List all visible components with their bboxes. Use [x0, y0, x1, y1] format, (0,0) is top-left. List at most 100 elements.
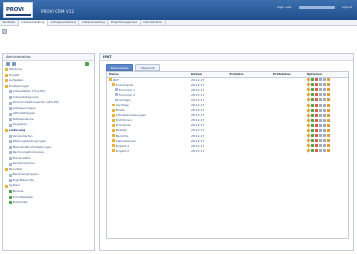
copy-icon[interactable] [318, 108, 322, 112]
header-search-bar[interactable] [298, 5, 335, 9]
move-icon[interactable] [322, 144, 326, 148]
collapse-icon[interactable] [6, 62, 10, 66]
add-icon[interactable] [310, 83, 314, 87]
delete-icon[interactable] [314, 103, 318, 107]
copy-icon[interactable] [318, 78, 322, 82]
edit-icon[interactable] [305, 118, 311, 123]
copy-icon[interactable] [318, 123, 322, 127]
delete-icon[interactable] [314, 83, 318, 87]
edit-icon[interactable] [305, 102, 311, 108]
move-icon[interactable] [322, 113, 326, 117]
copy-icon[interactable] [318, 139, 322, 143]
copy-icon[interactable] [318, 128, 322, 132]
move-icon[interactable] [322, 123, 326, 127]
download-icon[interactable] [326, 98, 330, 102]
move-icon[interactable] [322, 103, 326, 107]
copy-icon[interactable] [318, 144, 322, 148]
delete-icon[interactable] [314, 93, 318, 97]
add-icon[interactable] [85, 62, 89, 66]
copy-icon[interactable] [318, 149, 322, 153]
download-icon[interactable] [326, 134, 330, 138]
move-icon[interactable] [322, 139, 326, 143]
nav-tab-orders[interactable]: Auftragsverwaltung [48, 20, 80, 26]
download-icon[interactable] [326, 139, 330, 143]
nav-tab-admin[interactable]: Administration [141, 20, 166, 26]
copy-icon[interactable] [318, 83, 322, 87]
sidebar-item[interactable]: Protokolle [3, 200, 94, 206]
nav-tab-projects[interactable]: Projektmanagement [108, 20, 141, 26]
add-icon[interactable] [310, 123, 314, 127]
tab-documents[interactable]: Dokumente [106, 64, 134, 71]
delete-icon[interactable] [314, 78, 318, 82]
download-icon[interactable] [326, 83, 330, 87]
print-icon[interactable] [2, 29, 7, 34]
edit-icon[interactable] [305, 148, 311, 153]
add-icon[interactable] [310, 149, 314, 153]
move-icon[interactable] [322, 128, 326, 132]
edit-icon[interactable] [305, 82, 311, 87]
nav-tab-articles[interactable]: Artikelverwaltung [79, 20, 109, 26]
add-icon[interactable] [310, 88, 314, 92]
app-logo[interactable]: PROVI [3, 2, 33, 18]
download-icon[interactable] [326, 113, 330, 117]
move-icon[interactable] [322, 78, 326, 82]
add-icon[interactable] [310, 128, 314, 132]
tab-overview[interactable]: Übersicht [135, 64, 160, 71]
delete-icon[interactable] [314, 139, 318, 143]
edit-icon[interactable] [305, 113, 311, 118]
move-icon[interactable] [322, 83, 326, 87]
download-icon[interactable] [326, 88, 330, 92]
add-icon[interactable] [310, 98, 314, 102]
add-icon[interactable] [310, 144, 314, 148]
delete-icon[interactable] [314, 134, 318, 138]
move-icon[interactable] [322, 93, 326, 97]
move-icon[interactable] [322, 88, 326, 92]
delete-icon[interactable] [314, 113, 318, 117]
download-icon[interactable] [326, 78, 330, 82]
copy-icon[interactable] [318, 88, 322, 92]
download-icon[interactable] [326, 149, 330, 153]
copy-icon[interactable] [318, 118, 322, 122]
copy-icon[interactable] [318, 93, 322, 97]
nav-tab-start[interactable]: Startseite [0, 20, 19, 26]
add-icon[interactable] [310, 118, 314, 122]
expand-icon[interactable] [12, 62, 16, 66]
nav-tab-address[interactable]: Adressverwaltung [18, 20, 48, 26]
move-icon[interactable] [322, 149, 326, 153]
edit-icon[interactable] [305, 123, 311, 128]
delete-icon[interactable] [314, 118, 318, 122]
copy-icon[interactable] [318, 103, 322, 107]
download-icon[interactable] [326, 144, 330, 148]
move-icon[interactable] [322, 98, 326, 102]
edit-icon[interactable] [305, 128, 311, 133]
add-icon[interactable] [310, 113, 314, 117]
edit-icon[interactable] [305, 138, 311, 143]
copy-icon[interactable] [318, 113, 322, 117]
copy-icon[interactable] [318, 134, 322, 138]
download-icon[interactable] [326, 93, 330, 97]
move-icon[interactable] [322, 108, 326, 112]
logout-link[interactable]: Logout [342, 5, 352, 9]
delete-icon[interactable] [314, 123, 318, 127]
edit-icon[interactable] [305, 107, 311, 113]
table-row[interactable]: Projekt 2 28.12.17 [107, 148, 348, 153]
download-icon[interactable] [326, 103, 330, 107]
download-icon[interactable] [326, 128, 330, 132]
edit-icon[interactable] [305, 87, 311, 92]
move-icon[interactable] [322, 118, 326, 122]
edit-icon[interactable] [305, 143, 311, 148]
add-icon[interactable] [310, 78, 314, 82]
add-icon[interactable] [310, 139, 314, 143]
edit-icon[interactable] [305, 97, 311, 103]
edit-icon[interactable] [305, 133, 311, 138]
add-icon[interactable] [310, 93, 314, 97]
delete-icon[interactable] [314, 88, 318, 92]
delete-icon[interactable] [314, 98, 318, 102]
delete-icon[interactable] [314, 108, 318, 112]
download-icon[interactable] [326, 123, 330, 127]
download-icon[interactable] [326, 108, 330, 112]
add-icon[interactable] [310, 108, 314, 112]
cell-name[interactable]: Projekt 2 [107, 148, 189, 153]
delete-icon[interactable] [314, 144, 318, 148]
copy-icon[interactable] [318, 98, 322, 102]
